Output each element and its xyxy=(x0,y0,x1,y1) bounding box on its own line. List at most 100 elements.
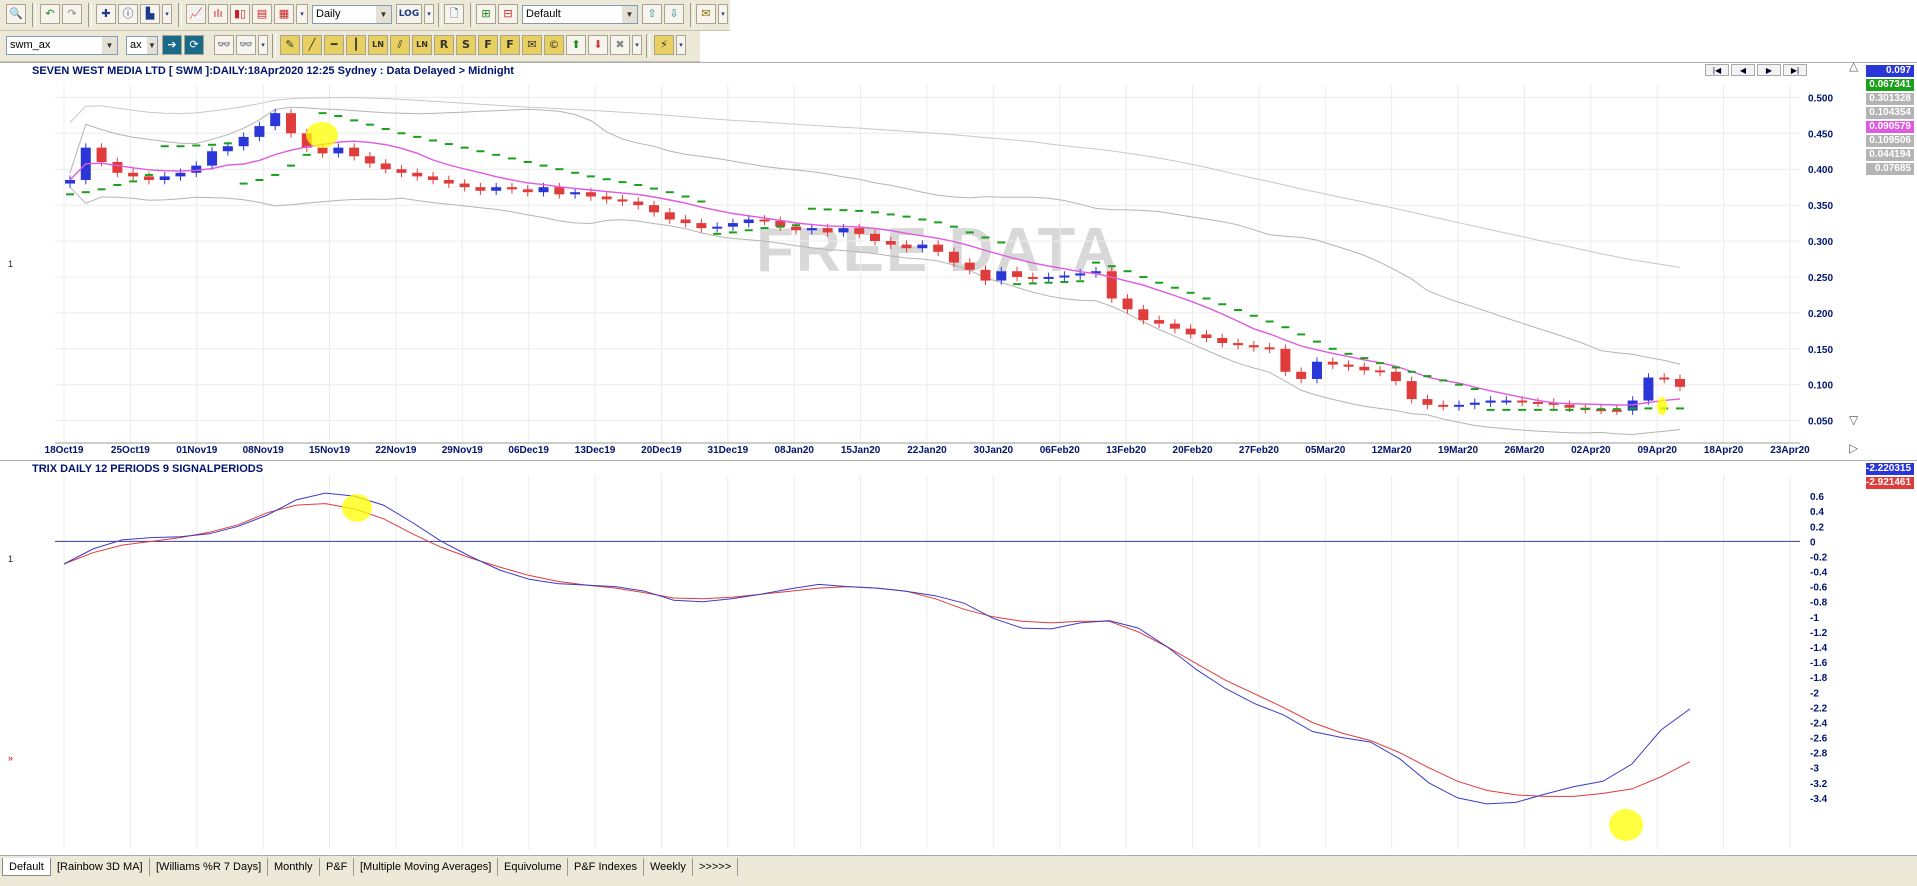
crosshair-icon[interactable]: ✚ xyxy=(96,4,116,24)
toolbar-separator xyxy=(32,3,36,27)
tab-multiple-moving-averages[interactable]: [Multiple Moving Averages] xyxy=(354,858,499,876)
candle-down xyxy=(585,192,596,197)
fibonacci-fan-icon[interactable]: F xyxy=(500,35,520,55)
candle-up xyxy=(1059,275,1070,278)
arrow-up-icon[interactable]: ⇧ xyxy=(642,4,662,24)
add-window-icon[interactable]: ⊞ xyxy=(476,4,496,24)
vertical-line-icon[interactable]: ┃ xyxy=(346,35,366,55)
chart-type-icon[interactable]: ▦ xyxy=(274,4,294,24)
more-dropdown-icon[interactable]: ▾ xyxy=(258,35,268,55)
linear-regression-icon[interactable]: LN xyxy=(368,35,388,55)
support-icon[interactable]: S xyxy=(456,35,476,55)
buy-arrow-icon[interactable]: ⬆ xyxy=(566,35,586,55)
exchange-select[interactable]: ax ▼ xyxy=(126,36,158,55)
y-tick-label: 0.6 xyxy=(1810,492,1824,503)
signal-line xyxy=(63,503,1691,797)
candle-down xyxy=(1106,271,1117,299)
bar-chart-icon[interactable]: ılı xyxy=(208,4,228,24)
x-tick-label: 25Oct19 xyxy=(111,445,150,456)
tab-p-f[interactable]: P&F xyxy=(320,858,355,876)
resistance-icon[interactable]: R xyxy=(434,35,454,55)
layout-tab-bar: Default [Rainbow 3D MA] [Williams %R 7 Day… xyxy=(0,855,1917,886)
y-tick-label: -3.4 xyxy=(1810,794,1828,805)
log-scale-button[interactable]: LOG xyxy=(396,4,422,24)
more-dropdown-icon[interactable]: ▾ xyxy=(162,4,172,24)
pencil-icon[interactable]: ✎ xyxy=(280,35,300,55)
candle-down xyxy=(1296,371,1307,379)
copy-icon[interactable]: © xyxy=(544,35,564,55)
candle-up xyxy=(727,223,738,227)
delete-icon[interactable]: ✖ xyxy=(610,35,630,55)
horizontal-line-icon[interactable]: ━ xyxy=(324,35,344,55)
candle-up xyxy=(238,136,249,147)
x-tick-label: 06Dec19 xyxy=(508,445,549,456)
tab-rainbow-3d-ma[interactable]: [Rainbow 3D MA] xyxy=(51,858,150,876)
candle-down xyxy=(112,162,123,173)
candle-down xyxy=(554,187,565,195)
tab-monthly[interactable]: Monthly xyxy=(268,858,320,876)
binoculars-icon[interactable]: 👓 xyxy=(214,35,234,55)
candle-down xyxy=(1248,345,1259,348)
redo-icon[interactable]: ↷ xyxy=(62,4,82,24)
y-tick-label: 0.050 xyxy=(1808,417,1833,428)
undo-icon[interactable]: ↶ xyxy=(40,4,60,24)
more-dropdown-icon[interactable]: ▾ xyxy=(718,4,728,24)
x-tick-label: 12Mar20 xyxy=(1372,445,1412,456)
tab-williams-r-7-days[interactable]: [Williams %R 7 Days] xyxy=(150,858,269,876)
chart-type-dropdown-icon[interactable]: ▾ xyxy=(296,4,308,24)
channel-icon[interactable]: ⫽ xyxy=(390,35,410,55)
more-dropdown-icon[interactable]: ▾ xyxy=(632,35,642,55)
tab-default[interactable]: Default xyxy=(2,858,51,876)
line-chart-icon[interactable]: 📈 xyxy=(186,4,206,24)
candle-up xyxy=(1501,400,1512,403)
tab-weekly[interactable]: Weekly xyxy=(644,858,693,876)
sell-arrow-icon[interactable]: ⬇ xyxy=(588,35,608,55)
linear-regression-2-icon[interactable]: LN xyxy=(412,35,432,55)
x-tick-label: 23Apr20 xyxy=(1770,445,1810,456)
go-arrow-icon[interactable]: ➔ xyxy=(162,35,182,55)
chevron-down-icon: ▼ xyxy=(376,6,391,23)
candle-up xyxy=(1469,402,1480,405)
layout-select[interactable]: Default ▼ xyxy=(522,5,638,24)
page-icon[interactable]: 🗋 xyxy=(444,4,464,24)
magic-wand-icon[interactable]: ⚡ xyxy=(654,35,674,55)
arrow-down-icon[interactable]: ⇩ xyxy=(664,4,684,24)
more-dropdown-icon[interactable]: ▾ xyxy=(424,4,434,24)
candle-chart-icon[interactable]: ▮▯ xyxy=(230,4,250,24)
mail-icon[interactable]: ✉ xyxy=(696,4,716,24)
refresh-icon[interactable]: ⟳ xyxy=(184,35,204,55)
x-tick-label: 05Mar20 xyxy=(1305,445,1345,456)
candle-down xyxy=(617,199,628,202)
tab-equivolume[interactable]: Equivolume xyxy=(498,858,569,876)
tab-p-f-indexes[interactable]: P&F Indexes xyxy=(568,858,644,876)
info-icon[interactable]: ⓘ xyxy=(118,4,138,24)
candle-up xyxy=(333,147,344,154)
x-tick-label: 09Apr20 xyxy=(1637,445,1677,456)
more-dropdown-icon[interactable]: ▾ xyxy=(676,35,686,55)
trendline-icon[interactable]: ╱ xyxy=(302,35,322,55)
candle-down xyxy=(396,169,407,173)
candle-down xyxy=(1422,399,1433,405)
symbol-input[interactable]: swm_ax ▼ xyxy=(6,36,118,55)
layout-icon[interactable]: ▙ xyxy=(140,4,160,24)
zoom-icon[interactable]: 🔍 xyxy=(6,4,26,24)
candle-up xyxy=(838,228,849,233)
x-tick-label: 06Feb20 xyxy=(1040,445,1080,456)
trix-chart-pane[interactable]: TRIX DAILY 12 PERIODS 9 SIGNALPERIODS 1 … xyxy=(0,460,1917,853)
candle-down xyxy=(696,223,707,229)
fibonacci-icon[interactable]: F xyxy=(478,35,498,55)
remove-window-icon[interactable]: ⊟ xyxy=(498,4,518,24)
ohlc-chart-icon[interactable]: ▤ xyxy=(252,4,272,24)
layout-value: Default xyxy=(526,8,561,20)
tab-[interactable]: >>>>> xyxy=(693,858,739,876)
price-chart-pane[interactable]: SEVEN WEST MEDIA LTD [ SWM ]:DAILY:18Apr… xyxy=(0,59,1917,459)
tool-label: F xyxy=(484,38,492,51)
text-note-icon[interactable]: ✉ xyxy=(522,35,542,55)
candle-down xyxy=(1532,401,1543,404)
y-tick-label: -2.8 xyxy=(1810,749,1828,760)
x-tick-label: 26Mar20 xyxy=(1504,445,1544,456)
period-select[interactable]: Daily ▼ xyxy=(312,5,392,24)
candle-down xyxy=(506,187,517,190)
candle-down xyxy=(1280,348,1291,372)
binoculars-disabled-icon[interactable]: 👓 xyxy=(236,35,256,55)
